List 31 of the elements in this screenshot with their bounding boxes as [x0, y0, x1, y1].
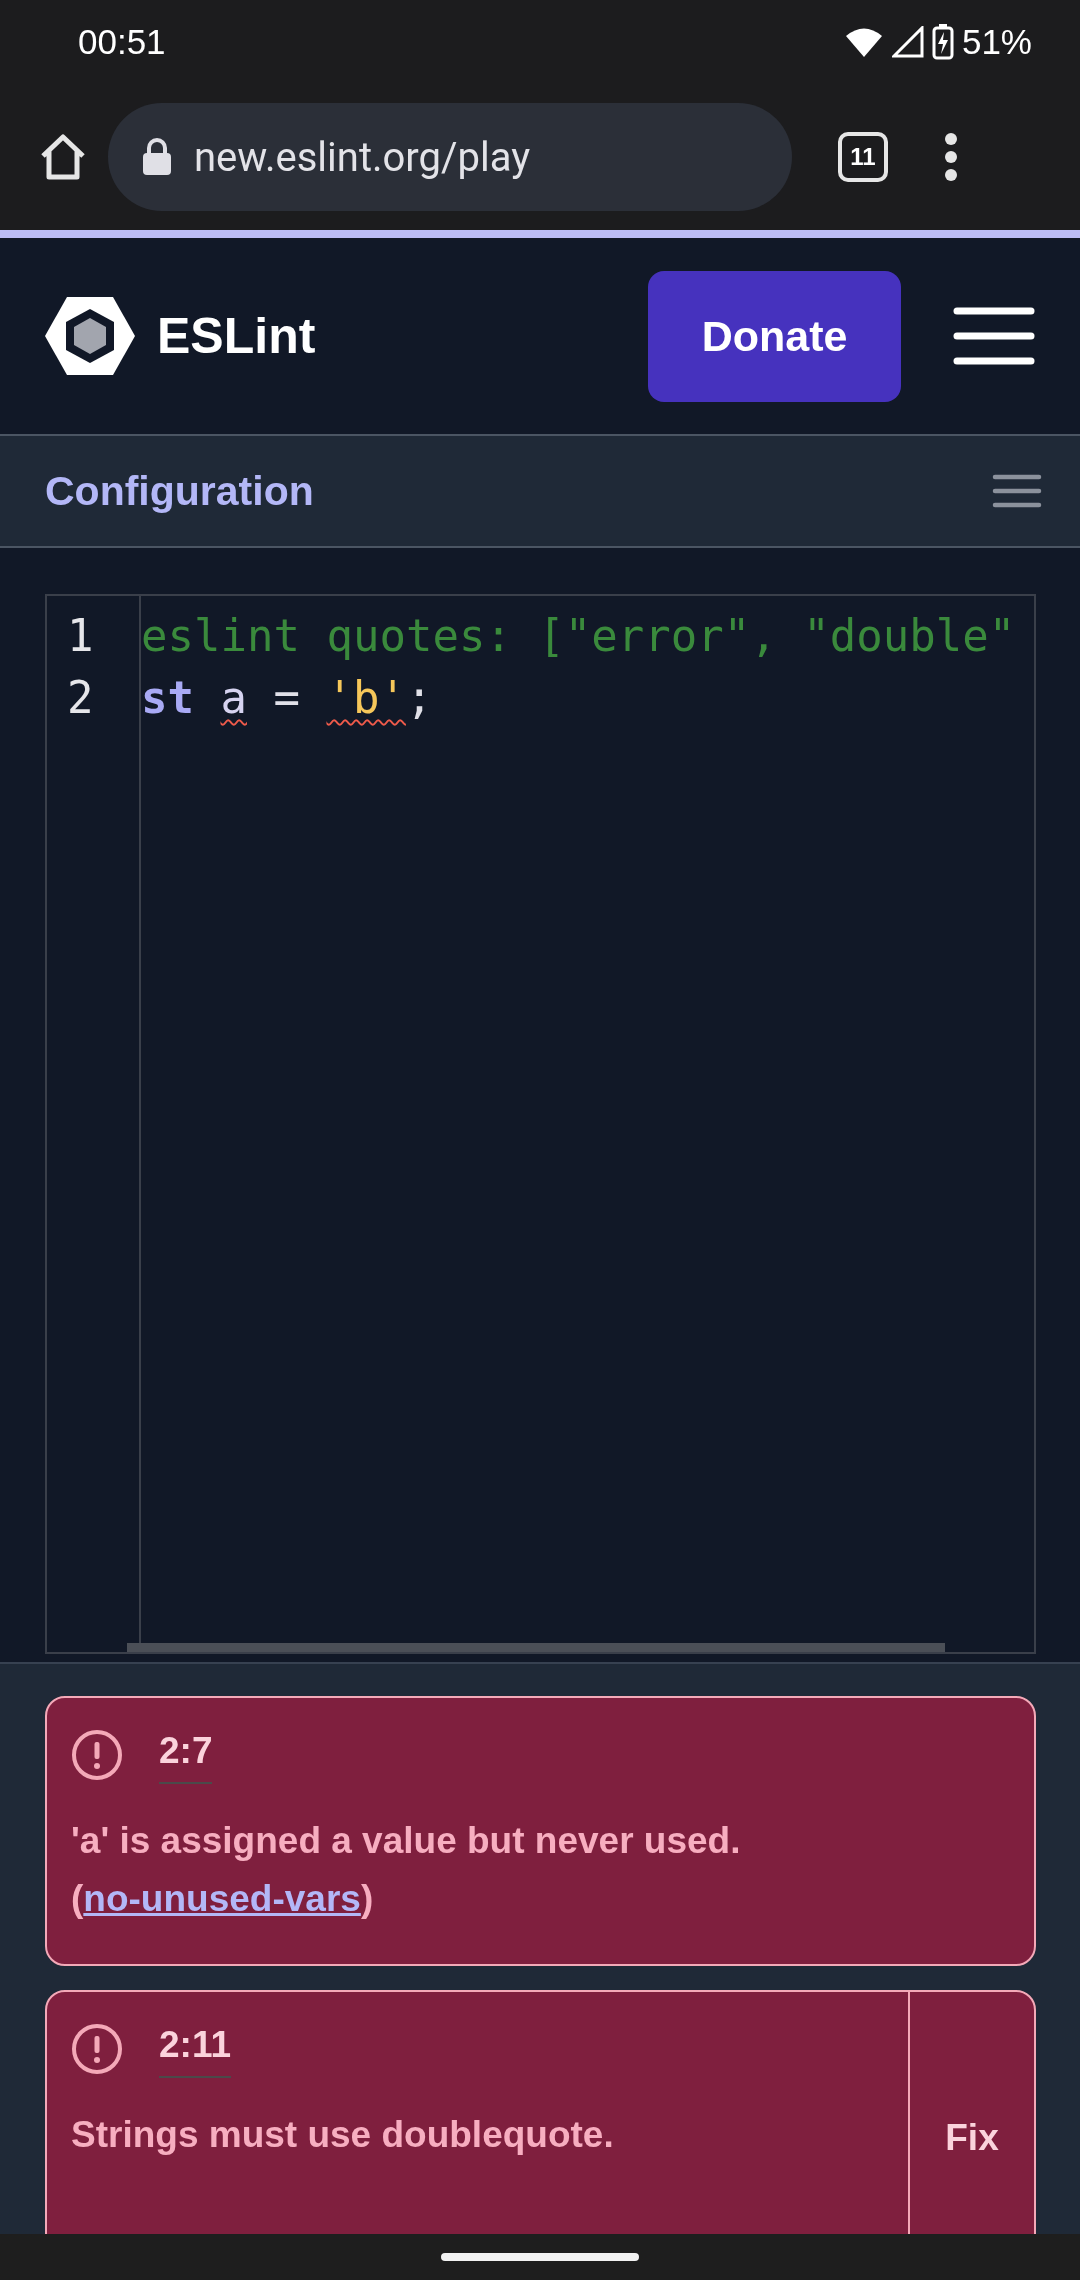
scrollbar[interactable]: [127, 1643, 945, 1652]
code-text: ;: [405, 672, 433, 725]
signal-icon: [891, 26, 924, 58]
tab-count-button[interactable]: 11: [838, 132, 888, 182]
more-options-icon[interactable]: [944, 132, 958, 182]
problem-message: Strings must use doublequote.: [71, 2113, 615, 2157]
code-text: =: [272, 672, 301, 725]
battery-icon: [931, 24, 954, 60]
code-text: eslint quotes: ["error", "double": [141, 610, 1016, 663]
code-text: st: [141, 672, 195, 725]
problem-position[interactable]: 2:11: [159, 2020, 231, 2078]
rule-link[interactable]: no-unused-vars: [83, 1878, 361, 1919]
error-underlined-code: a: [220, 672, 247, 725]
address-bar[interactable]: new.eslint.org/play: [108, 103, 792, 211]
problem-position[interactable]: 2:7: [159, 1726, 213, 1784]
lock-icon: [142, 138, 172, 176]
logo-text: ESLint: [157, 307, 316, 365]
wifi-icon: [843, 27, 884, 57]
problem-message: 'a' is assigned a value but never used. (no-unused-vars): [71, 1819, 742, 1921]
donate-button[interactable]: Donate: [648, 270, 901, 402]
url-text: new.eslint.org/play: [194, 133, 531, 181]
warning-icon: [71, 2023, 123, 2075]
line-number: 1: [66, 610, 95, 663]
status-time: 00:51: [78, 22, 166, 62]
warning-icon: [71, 1729, 123, 1781]
menu-icon[interactable]: [953, 307, 1035, 365]
line-number: 2: [66, 672, 95, 725]
error-underlined-code: 'b': [326, 672, 406, 725]
logo-icon: [45, 297, 135, 375]
code-editor[interactable]: 1 2 eslint quotes: ["error", "double" st a = 'b';: [45, 594, 1036, 1654]
battery-percent: 51%: [961, 22, 1032, 62]
